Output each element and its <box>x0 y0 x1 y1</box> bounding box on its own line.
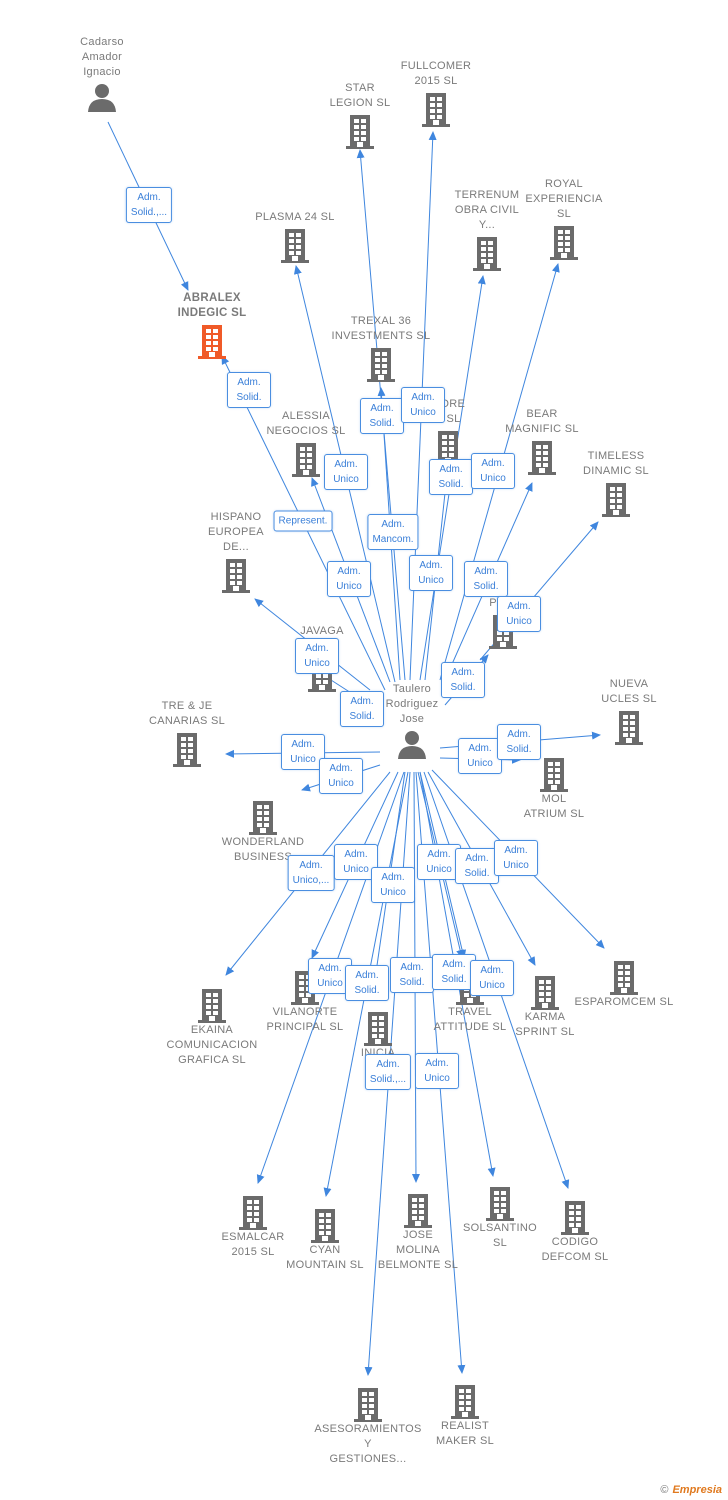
node-label: ALESSIA NEGOCIOS SL <box>266 410 346 437</box>
company-node[interactable]: ABRALEX INDEGIC SL <box>157 291 267 359</box>
building-icon <box>313 1386 423 1422</box>
role-label[interactable]: Adm. Unico <box>324 454 368 490</box>
role-label[interactable]: Adm. Solid. <box>464 561 508 597</box>
building-icon <box>181 557 291 593</box>
building-icon <box>240 227 350 263</box>
company-node[interactable]: TIMELESS DINAMIC SL <box>561 449 671 517</box>
company-node[interactable]: REALIST MAKER SL <box>410 1381 520 1449</box>
role-label[interactable]: Adm. Unico <box>319 758 363 794</box>
node-label: TIMELESS DINAMIC SL <box>583 450 649 477</box>
role-label[interactable]: Adm. Solid. <box>429 459 473 495</box>
role-label[interactable]: Adm. Unico <box>409 555 453 591</box>
node-label: Cadarso Amador Ignacio <box>80 36 124 78</box>
node-label: BEAR MAGNIFIC SL <box>505 408 579 435</box>
node-label: TREXAL 36 INVESTMENTS SL <box>331 315 431 342</box>
role-label[interactable]: Adm. Unico <box>415 1053 459 1089</box>
company-node[interactable]: ESPAROMCEM SL <box>569 957 679 1010</box>
building-icon <box>574 709 684 745</box>
role-label[interactable]: Adm. Unico <box>471 453 515 489</box>
building-icon <box>157 323 267 359</box>
person-icon <box>357 729 467 759</box>
company-node[interactable]: TRE & JE CANARIAS SL <box>132 699 242 767</box>
building-icon <box>326 346 436 382</box>
company-node[interactable]: FULLCOMER 2015 SL <box>381 59 491 127</box>
company-node[interactable]: CODIGO DEFCOM SL <box>520 1197 630 1265</box>
building-icon <box>561 481 671 517</box>
company-node[interactable]: TREXAL 36 INVESTMENTS SL <box>326 314 436 382</box>
role-label[interactable]: Adm. Solid. <box>441 662 485 698</box>
building-icon <box>410 1383 520 1419</box>
role-label[interactable]: Adm. Solid. <box>390 957 434 993</box>
node-label: KARMA SPRINT SL <box>515 1011 575 1038</box>
company-node[interactable]: ASESORAMIENTOS Y GESTIONES... <box>313 1384 423 1467</box>
role-label[interactable]: Adm. Solid.,... <box>364 1054 412 1090</box>
role-label[interactable]: Adm. Unico <box>470 960 514 996</box>
role-label[interactable]: Adm. Unico <box>295 638 339 674</box>
role-label[interactable]: Represent. <box>273 510 333 532</box>
role-label[interactable]: Adm. Unico,... <box>287 855 335 891</box>
building-icon <box>132 731 242 767</box>
role-label[interactable]: Adm. Solid.,... <box>125 187 173 223</box>
building-icon <box>520 1199 630 1235</box>
node-label: ASESORAMIENTOS Y GESTIONES... <box>314 1423 422 1465</box>
node-label: ESPAROMCEM SL <box>574 996 674 1008</box>
footer-brand[interactable]: © Empresia <box>660 1484 722 1496</box>
building-icon <box>499 756 609 792</box>
company-node[interactable]: ROYAL EXPERIENCIA SL <box>509 177 619 260</box>
role-label[interactable]: Adm. Solid. <box>455 848 499 884</box>
person-icon <box>47 82 157 112</box>
role-label[interactable]: Adm. Mancom. <box>367 514 419 550</box>
role-label[interactable]: Adm. Solid. <box>360 398 404 434</box>
role-label[interactable]: Adm. Solid. <box>227 372 271 408</box>
copyright-symbol: © <box>660 1484 669 1496</box>
node-label: REALIST MAKER SL <box>435 1420 495 1447</box>
node-label: FULLCOMER 2015 SL <box>400 60 472 87</box>
role-label[interactable]: Adm. Unico <box>497 596 541 632</box>
building-icon <box>509 224 619 260</box>
company-node[interactable]: NUEVA UCLES SL <box>574 677 684 745</box>
node-label: MOL ATRIUM SL <box>523 793 585 820</box>
role-label[interactable]: Adm. Solid. <box>345 965 389 1001</box>
node-label: ROYAL EXPERIENCIA SL <box>525 178 603 220</box>
role-label[interactable]: Adm. Unico <box>327 561 371 597</box>
building-icon <box>208 799 318 835</box>
building-icon <box>569 959 679 995</box>
role-label[interactable]: Adm. Unico <box>458 738 502 774</box>
role-label[interactable]: Adm. Solid. <box>340 691 384 727</box>
role-label[interactable]: Adm. Solid. <box>497 724 541 760</box>
company-node[interactable]: Cadarso Amador Ignacio <box>47 35 157 112</box>
company-node[interactable]: MOL ATRIUM SL <box>499 754 609 822</box>
node-label: CODIGO DEFCOM SL <box>541 1236 609 1263</box>
node-label: ABRALEX INDEGIC SL <box>177 292 247 319</box>
network-diagram: Cadarso Amador Ignacio ABRALEX INDEGIC SL… <box>0 0 728 1500</box>
node-label: TRE & JE CANARIAS SL <box>148 700 226 727</box>
role-label[interactable]: Adm. Unico <box>494 840 538 876</box>
building-icon <box>381 91 491 127</box>
role-label[interactable]: Adm. Unico <box>401 387 445 423</box>
brand-name: Empresia <box>672 1484 722 1496</box>
node-label: PLASMA 24 SL <box>255 211 335 223</box>
node-label: NUEVA UCLES SL <box>601 678 657 705</box>
role-label[interactable]: Adm. Unico <box>371 867 415 903</box>
company-node[interactable]: PLASMA 24 SL <box>240 210 350 263</box>
